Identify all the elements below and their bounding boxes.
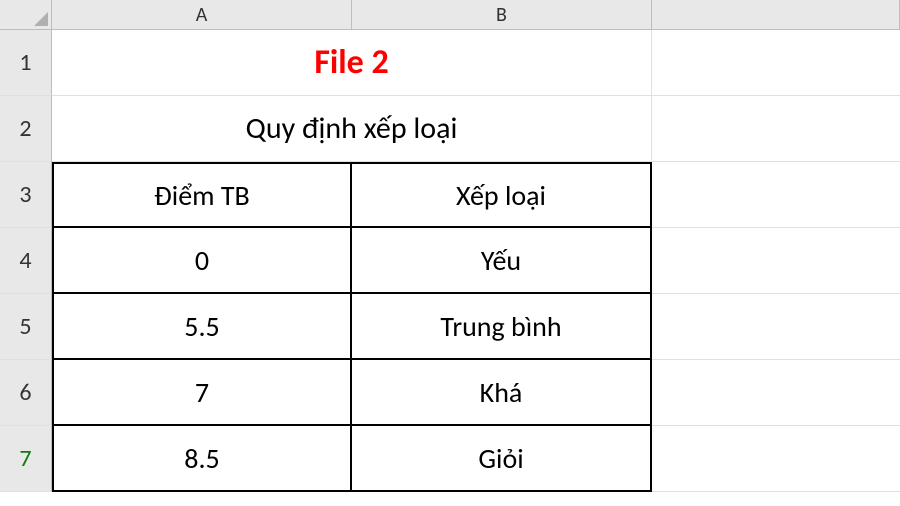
cell-a5[interactable]: 5.5 — [52, 294, 352, 360]
cell-header-b[interactable]: Xếp loại — [352, 162, 652, 228]
row-header-6[interactable]: 6 — [0, 360, 52, 426]
column-header-extra[interactable] — [652, 0, 900, 30]
cell-c6[interactable] — [652, 360, 900, 426]
row-header-4[interactable]: 4 — [0, 228, 52, 294]
cell-subtitle[interactable]: Quy định xếp loại — [52, 96, 652, 162]
cell-b5[interactable]: Trung bình — [352, 294, 652, 360]
cell-a4[interactable]: 0 — [52, 228, 352, 294]
cell-c1[interactable] — [652, 30, 900, 96]
column-header-a[interactable]: A — [52, 0, 352, 30]
column-header-b[interactable]: B — [352, 0, 652, 30]
cell-title[interactable]: File 2 — [52, 30, 652, 96]
cell-a6[interactable]: 7 — [52, 360, 352, 426]
spreadsheet-grid[interactable]: A B 1 File 2 2 Quy định xếp loại 3 Điểm … — [0, 0, 900, 492]
cell-b4[interactable]: Yếu — [352, 228, 652, 294]
cell-c3[interactable] — [652, 162, 900, 228]
row-header-2[interactable]: 2 — [0, 96, 52, 162]
select-all-corner[interactable] — [0, 0, 52, 30]
row-header-5[interactable]: 5 — [0, 294, 52, 360]
cell-c4[interactable] — [652, 228, 900, 294]
cell-b7[interactable]: Giỏi — [352, 426, 652, 492]
row-header-1[interactable]: 1 — [0, 30, 52, 96]
row-header-7[interactable]: 7 — [0, 426, 52, 492]
cell-c5[interactable] — [652, 294, 900, 360]
cell-a7[interactable]: 8.5 — [52, 426, 352, 492]
row-header-3[interactable]: 3 — [0, 162, 52, 228]
cell-c2[interactable] — [652, 96, 900, 162]
cell-header-a[interactable]: Điểm TB — [52, 162, 352, 228]
cell-b6[interactable]: Khá — [352, 360, 652, 426]
cell-c7[interactable] — [652, 426, 900, 492]
